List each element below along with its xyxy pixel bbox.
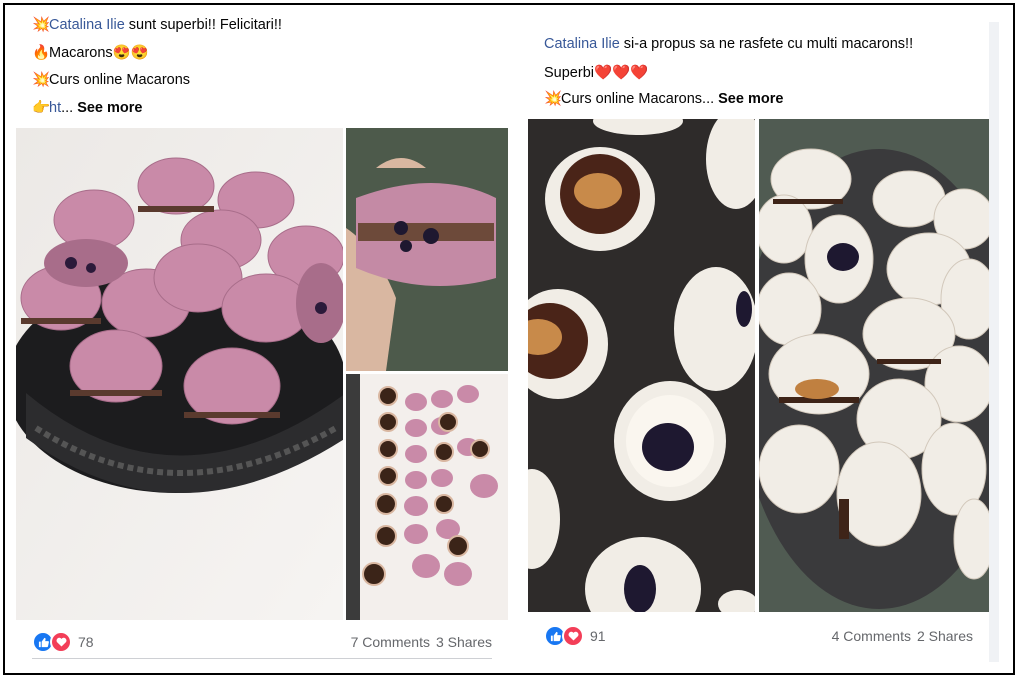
shares-count-link[interactable]: 2 Shares [917,628,973,644]
post-top-edge [528,22,989,28]
comments-count-link[interactable]: 4 Comments [832,628,911,644]
collision-emoji-icon: 💥 [32,72,51,88]
post-photo-bitten-macaron[interactable] [346,128,508,371]
post-text-line-4: 👉 ht ... See more [32,99,142,117]
post-stats: 4 Comments 2 Shares [832,628,973,644]
post-right: Catalina Ilie si-a propus sa ne rasfete … [528,22,989,662]
post-text: Superbi [544,64,594,81]
post-text-line-2: 🔥 Macarons😍😍 [32,44,149,61]
post-text-line-2: Superbi ❤️❤️❤️ [544,64,649,82]
reaction-count: 78 [78,634,94,650]
gutter [508,8,528,664]
reactions[interactable]: 78 [32,631,94,653]
post-text-line-3: 💥 Curs online Macarons... See more [544,90,783,108]
mention-link[interactable]: Catalina Ilie [544,36,620,52]
love-icon [50,631,72,653]
mention-link[interactable]: Catalina Ilie [49,17,125,33]
post-photo-macarons-cakestand[interactable] [16,128,343,620]
ellipsis: ... [61,99,74,116]
post-footer: 78 7 Comments 3 Shares [32,626,492,659]
scroll-gutter [989,22,999,662]
post-text: si-a propus sa ne rasfete cu multi macar… [619,36,914,52]
post-photo-white-macarons[interactable] [759,119,989,612]
reaction-count: 91 [590,628,606,644]
collision-emoji-icon: 💥 [32,17,51,33]
pointing-hand-emoji-icon: 👉 [32,100,51,116]
comments-count-link[interactable]: 7 Comments [351,634,430,650]
fire-emoji-icon: 🔥 [32,45,51,61]
post-text: sunt superbi!! Felicitari!! [124,16,282,33]
see-more-button[interactable]: See more [77,100,142,116]
shares-count-link[interactable]: 3 Shares [436,634,492,650]
collision-emoji-icon: 💥 [544,91,563,107]
love-icon [562,625,584,647]
post-photo-macaron-shells-tray[interactable] [346,374,508,620]
post-footer: 91 4 Comments 2 Shares [544,620,973,652]
post-text: Curs online Macarons... [561,90,715,107]
post-stats: 7 Comments 3 Shares [351,634,492,650]
reactions[interactable]: 91 [544,625,606,647]
post-text-line-3: 💥 Curs online Macarons [32,71,191,89]
truncated-link[interactable]: ht [49,100,61,116]
see-more-button[interactable]: See more [718,91,783,107]
post-text: Macarons😍😍 [49,45,149,61]
post-text-line-1: Catalina Ilie si-a propus sa ne rasfete … [544,36,913,52]
post-photo-meringue-rosettes[interactable] [528,119,755,612]
post-text-line-1: 💥 Catalina Ilie sunt superbi!! Felicitar… [32,16,282,34]
heart-emojis: ❤️❤️❤️ [593,65,649,81]
post-text: Curs online Macarons [49,71,191,88]
post-left: 💥 Catalina Ilie sunt superbi!! Felicitar… [16,8,508,664]
